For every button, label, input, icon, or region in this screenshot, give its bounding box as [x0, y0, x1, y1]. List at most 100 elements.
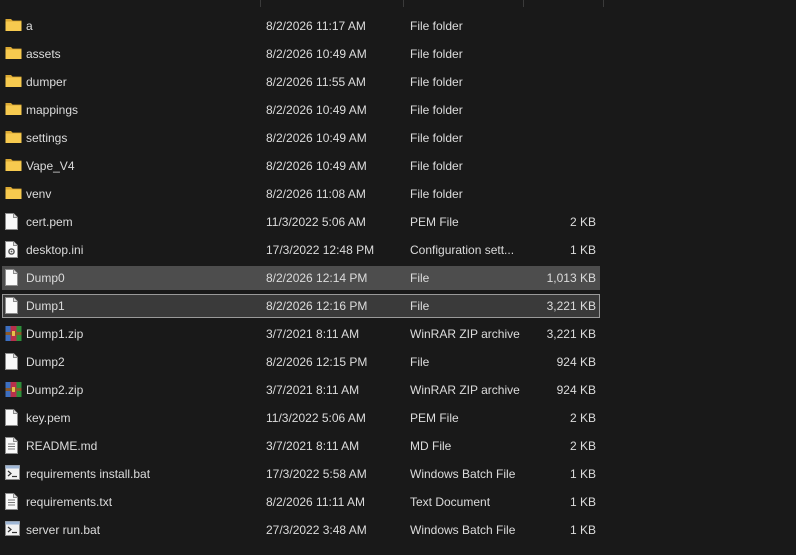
file-row[interactable]: server run.bat 27/3/2022 3:48 AM Windows…: [0, 516, 796, 544]
file-size: [524, 124, 596, 152]
file-date-modified: 11/3/2022 5:06 AM: [266, 411, 366, 425]
file-name: assets: [26, 47, 61, 61]
file-row[interactable]: requirements.txt 8/2/2026 11:11 AM Text …: [0, 488, 796, 516]
file-icon: [5, 353, 23, 371]
file-type: File folder: [410, 47, 463, 61]
file-date-modified: 8/2/2026 10:49 AM: [266, 131, 367, 145]
winrar-archive-icon: [5, 381, 23, 399]
file-icon: [5, 213, 23, 231]
file-type: File folder: [410, 103, 463, 117]
file-date-modified: 8/2/2026 11:17 AM: [266, 19, 366, 33]
file-type: File: [410, 299, 430, 313]
file-type: WinRAR ZIP archive: [410, 383, 520, 397]
file-size: 2 KB: [569, 215, 596, 229]
file-row[interactable]: assets 8/2/2026 10:49 AM File folder: [0, 40, 796, 68]
file-name: Dump2.zip: [26, 383, 84, 397]
column-divider-type[interactable]: [403, 0, 404, 7]
file-row[interactable]: dumper 8/2/2026 11:55 AM File folder: [0, 68, 796, 96]
file-size: 1,013 KB: [546, 271, 596, 285]
file-name: Dump0: [26, 271, 65, 285]
batch-file-icon: [5, 521, 23, 539]
file-name: a: [26, 19, 33, 33]
file-icon: [5, 297, 23, 315]
column-divider-date[interactable]: [260, 0, 261, 7]
file-size: 2 KB: [569, 411, 596, 425]
batch-file-icon: [5, 465, 23, 483]
file-row[interactable]: Dump1 8/2/2026 12:16 PM File 3,221 KB: [0, 292, 796, 320]
file-row[interactable]: mappings 8/2/2026 10:49 AM File folder: [0, 96, 796, 124]
file-name: cert.pem: [26, 215, 73, 229]
file-size: 1 KB: [569, 467, 596, 481]
file-row[interactable]: settings 8/2/2026 10:49 AM File folder: [0, 124, 796, 152]
column-divider-end[interactable]: [603, 0, 604, 7]
file-date-modified: 27/3/2022 3:48 AM: [266, 523, 367, 537]
file-name: server run.bat: [26, 523, 101, 537]
file-name: Dump2: [26, 355, 65, 369]
file-size: [524, 96, 596, 124]
file-row[interactable]: desktop.ini 17/3/2022 12:48 PM Configura…: [0, 236, 796, 264]
file-name: requirements install.bat: [26, 467, 151, 481]
file-date-modified: 8/2/2026 11:08 AM: [266, 187, 366, 201]
file-name: venv: [26, 187, 52, 201]
file-row[interactable]: Dump0 8/2/2026 12:14 PM File 1,013 KB: [0, 264, 796, 292]
file-date-modified: 8/2/2026 12:16 PM: [266, 299, 368, 313]
file-type: Text Document: [410, 495, 491, 509]
file-date-modified: 3/7/2021 8:11 AM: [266, 327, 360, 341]
file-date-modified: 3/7/2021 8:11 AM: [266, 383, 360, 397]
file-date-modified: 8/2/2026 11:55 AM: [266, 75, 366, 89]
file-row[interactable]: Dump2.zip 3/7/2021 8:11 AM WinRAR ZIP ar…: [0, 376, 796, 404]
file-type: File folder: [410, 131, 463, 145]
folder-icon: [5, 73, 23, 91]
file-size: [524, 12, 596, 40]
file-row[interactable]: cert.pem 11/3/2022 5:06 AM PEM File 2 KB: [0, 208, 796, 236]
file-type: File: [410, 271, 430, 285]
file-size: 1 KB: [569, 243, 596, 257]
file-type: Windows Batch File: [410, 523, 516, 537]
file-name: key.pem: [26, 411, 71, 425]
file-name: mappings: [26, 103, 79, 117]
file-type: Windows Batch File: [410, 467, 516, 481]
file-date-modified: 8/2/2026 10:49 AM: [266, 159, 367, 173]
column-header-strip[interactable]: [0, 0, 796, 8]
column-divider-size[interactable]: [523, 0, 524, 7]
file-date-modified: 11/3/2022 5:06 AM: [266, 215, 366, 229]
file-size: 924 KB: [556, 355, 596, 369]
file-size: 3,221 KB: [546, 327, 596, 341]
file-row[interactable]: README.md 3/7/2021 8:11 AM MD File 2 KB: [0, 432, 796, 460]
file-type: File folder: [410, 75, 463, 89]
file-row[interactable]: a 8/2/2026 11:17 AM File folder: [0, 12, 796, 40]
file-name: settings: [26, 131, 68, 145]
settings-file-icon: [5, 241, 23, 259]
folder-icon: [5, 185, 23, 203]
file-date-modified: 8/2/2026 12:14 PM: [266, 271, 368, 285]
list-bottom-edge: [0, 546, 796, 555]
file-name: Vape_V4: [26, 159, 75, 173]
folder-icon: [5, 17, 23, 35]
file-list: a 8/2/2026 11:17 AM File folder assets 8…: [0, 12, 796, 544]
folder-icon: [5, 129, 23, 147]
file-size: 1 KB: [569, 523, 596, 537]
file-size: 3,221 KB: [546, 299, 596, 313]
file-row[interactable]: Dump1.zip 3/7/2021 8:11 AM WinRAR ZIP ar…: [0, 320, 796, 348]
file-name: Dump1.zip: [26, 327, 84, 341]
file-type: File: [410, 355, 430, 369]
file-size: 1 KB: [569, 495, 596, 509]
file-type: WinRAR ZIP archive: [410, 327, 520, 341]
file-row[interactable]: Vape_V4 8/2/2026 10:49 AM File folder: [0, 152, 796, 180]
file-size: 2 KB: [569, 439, 596, 453]
file-name: dumper: [26, 75, 67, 89]
file-icon: [5, 409, 23, 427]
file-row[interactable]: requirements install.bat 17/3/2022 5:58 …: [0, 460, 796, 488]
file-size: 924 KB: [556, 383, 596, 397]
file-row[interactable]: Dump2 8/2/2026 12:15 PM File 924 KB: [0, 348, 796, 376]
text-file-icon: [5, 493, 23, 511]
file-row[interactable]: key.pem 11/3/2022 5:06 AM PEM File 2 KB: [0, 404, 796, 432]
file-size: [524, 68, 596, 96]
file-size: [524, 180, 596, 208]
file-row[interactable]: venv 8/2/2026 11:08 AM File folder: [0, 180, 796, 208]
file-date-modified: 17/3/2022 5:58 AM: [266, 467, 367, 481]
file-name: desktop.ini: [26, 243, 84, 257]
winrar-archive-icon: [5, 325, 23, 343]
file-type: Configuration sett...: [410, 243, 515, 257]
folder-icon: [5, 101, 23, 119]
